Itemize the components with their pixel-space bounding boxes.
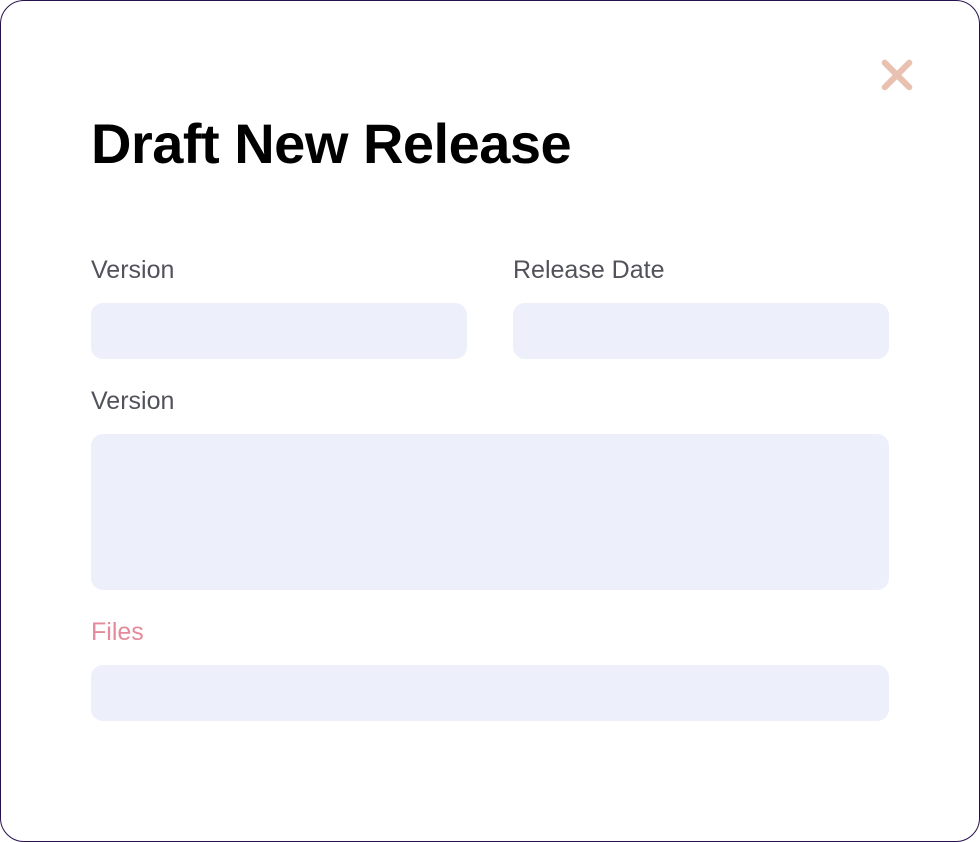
release-date-input[interactable] (513, 303, 889, 359)
version-label: Version (91, 256, 467, 285)
files-field-group: Files (91, 618, 889, 721)
version-input[interactable] (91, 303, 467, 359)
modal-title: Draft New Release (91, 111, 889, 176)
description-field-group: Version (91, 387, 889, 590)
description-textarea[interactable] (91, 434, 889, 590)
close-button[interactable] (873, 51, 921, 99)
modal-content: Draft New Release Version Release Date V… (1, 1, 979, 721)
description-label: Version (91, 387, 889, 416)
files-label: Files (91, 618, 889, 647)
release-date-field-group: Release Date (513, 256, 889, 359)
release-date-label: Release Date (513, 256, 889, 285)
draft-release-modal: Draft New Release Version Release Date V… (0, 0, 980, 842)
files-input[interactable] (91, 665, 889, 721)
close-icon (876, 54, 918, 96)
version-field-group: Version (91, 256, 467, 359)
form-row: Version Release Date (91, 256, 889, 359)
